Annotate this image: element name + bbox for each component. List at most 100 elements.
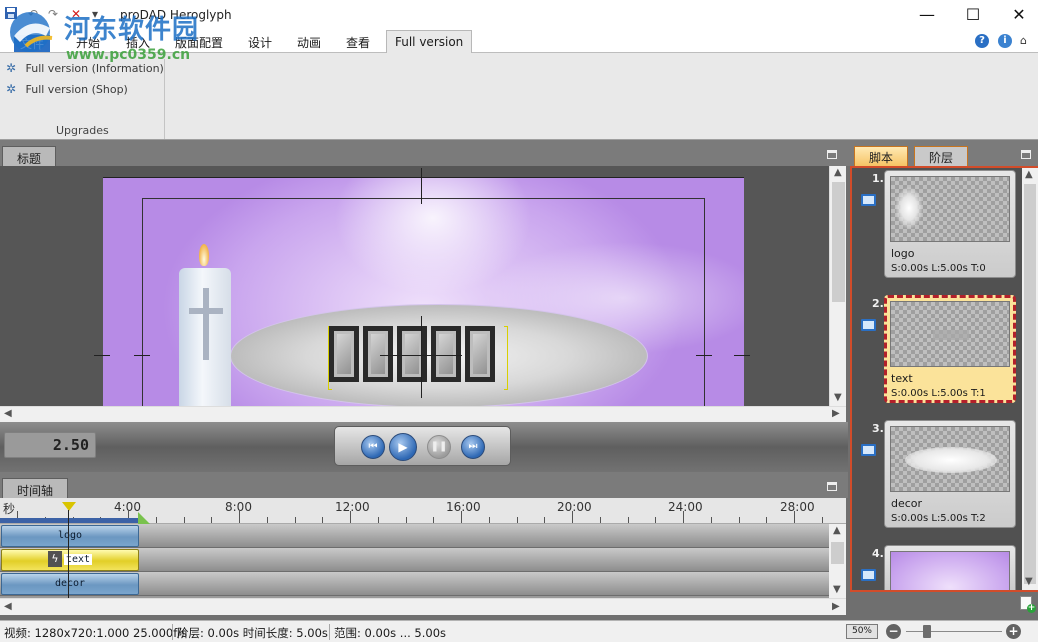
center-guide-horizontal	[380, 355, 462, 356]
collapse-ribbon-icon[interactable]: ⌂	[1020, 34, 1027, 47]
scroll-down-icon[interactable]: ▼	[834, 392, 842, 403]
status-video: 视频: 1280x720:1.000 25.000f/s	[4, 626, 188, 640]
zoom-slider-track[interactable]	[906, 631, 1002, 632]
scroll-right-icon[interactable]: ▶	[832, 408, 840, 419]
info-icon[interactable]: i	[998, 34, 1012, 48]
tick-label: 24:00	[668, 500, 703, 514]
card-name: decor	[891, 497, 923, 510]
monitor-icon[interactable]	[861, 444, 876, 456]
end-marker[interactable]	[138, 512, 150, 524]
scroll-up-icon[interactable]: ▲	[834, 167, 842, 178]
stage-area[interactable]	[0, 166, 829, 418]
tick-label: 16:00	[446, 500, 481, 514]
script-card-decor[interactable]: decor S:0.00s L:5.00s T:2	[884, 420, 1016, 528]
scroll-down-icon[interactable]: ▼	[1025, 576, 1033, 587]
scroll-left-icon[interactable]: ◀	[4, 408, 12, 419]
skip-to-start-icon[interactable]: ⏮	[361, 435, 385, 459]
timeline-vertical-scrollbar[interactable]: ▲ ▼	[829, 524, 846, 598]
script-panel-maximize-icon[interactable]	[1021, 150, 1031, 159]
monitor-icon[interactable]	[861, 194, 876, 206]
zoom-slider-thumb[interactable]	[923, 625, 931, 638]
skip-to-end-icon[interactable]: ⏭	[461, 435, 485, 459]
ribbon-separator	[164, 59, 165, 139]
track-row[interactable]: logo	[0, 524, 829, 548]
tab-layers[interactable]: 阶层	[914, 146, 969, 166]
maximize-button[interactable]: ☐	[950, 2, 996, 28]
full-version-info-button[interactable]: ✲ Full version (Information)	[6, 61, 164, 75]
full-version-shop-label: Full version (Shop)	[25, 83, 128, 96]
clip-decor[interactable]: decor	[1, 573, 139, 595]
card-number: 1.	[872, 172, 884, 185]
ruler-tick	[267, 517, 268, 523]
stage-horizontal-scrollbar[interactable]: ◀ ▶	[0, 406, 846, 422]
tab-full-version[interactable]: Full version	[386, 30, 473, 54]
right-safe-mark	[696, 355, 712, 356]
scroll-up-icon[interactable]: ▲	[833, 525, 841, 536]
time-display[interactable]: 2.50	[4, 432, 96, 458]
zoom-in-icon[interactable]: +	[1006, 624, 1021, 639]
monitor-icon[interactable]	[861, 569, 876, 581]
minimize-button[interactable]: —	[904, 2, 950, 28]
tab-animation[interactable]: 动画	[297, 34, 321, 51]
play-icon[interactable]: ▶	[389, 433, 417, 461]
stage-scroll-thumb[interactable]	[832, 182, 845, 302]
help-icon[interactable]: ?	[975, 34, 989, 48]
ruler-tick	[794, 511, 795, 523]
tab-view[interactable]: 查看	[346, 34, 370, 51]
script-scroll-thumb[interactable]	[1024, 184, 1036, 584]
scroll-up-icon[interactable]: ▲	[1025, 169, 1033, 180]
scroll-down-icon[interactable]: ▼	[833, 584, 841, 595]
center-guide-top	[421, 168, 422, 204]
ruler-tick	[739, 517, 740, 523]
card-name: text	[891, 372, 913, 385]
monitor-icon[interactable]	[861, 319, 876, 331]
script-card-text[interactable]: text S:0.00s L:5.00s T:1	[884, 295, 1016, 403]
playhead-line	[68, 510, 69, 598]
ruler-tick	[211, 517, 212, 523]
effect-bolt-icon: ϟ	[47, 551, 62, 567]
card-meta: S:0.00s L:5.00s T:0	[891, 263, 986, 274]
tick-label: 20:00	[557, 500, 592, 514]
timeline-scroll-thumb[interactable]	[831, 542, 844, 564]
stage-vertical-scrollbar[interactable]: ▲ ▼	[829, 166, 846, 406]
timeline-horizontal-scrollbar[interactable]: ◀ ▶	[0, 598, 846, 615]
work-range-bar[interactable]	[0, 518, 140, 523]
track-row[interactable]: ϟ text	[0, 548, 829, 572]
tab-title[interactable]: 标题	[2, 146, 57, 167]
tab-timeline[interactable]: 时间轴	[2, 478, 69, 499]
ruler-tick	[184, 517, 185, 523]
title-safe-frame	[142, 198, 705, 418]
playhead-marker[interactable]	[62, 502, 76, 511]
frame-top-guide	[103, 177, 744, 178]
close-button[interactable]: ✕	[996, 2, 1038, 28]
card-name: logo	[891, 247, 915, 260]
timeline-tracks: logo ϟ text decor	[0, 524, 829, 598]
tab-script[interactable]: 脚本	[854, 146, 909, 166]
ruler-tick	[406, 517, 407, 523]
timeline-maximize-icon[interactable]	[827, 482, 837, 491]
add-plus-icon: +	[1027, 603, 1036, 613]
scroll-left-icon[interactable]: ◀	[4, 601, 12, 612]
script-card-logo[interactable]: logo S:0.00s L:5.00s T:0	[884, 170, 1016, 278]
card-number: 2.	[872, 297, 884, 310]
status-divider	[172, 624, 173, 640]
track-row[interactable]: decor	[0, 572, 829, 596]
tab-design[interactable]: 设计	[248, 34, 272, 51]
script-card-background[interactable]	[884, 545, 1016, 590]
zoom-level-box[interactable]: 50%	[846, 624, 878, 639]
ruler-tick	[378, 517, 379, 523]
pause-icon[interactable]: ❚❚	[427, 435, 451, 459]
tick-label: 12:00	[335, 500, 370, 514]
ruler-tick	[156, 517, 157, 523]
ruler-tick	[239, 511, 240, 523]
title-panel-maximize-icon[interactable]	[827, 150, 837, 159]
shop-gear-icon: ✲	[6, 82, 17, 96]
tick-label: 28:00	[780, 500, 815, 514]
full-version-shop-button[interactable]: ✲ Full version (Shop)	[6, 82, 128, 96]
zoom-out-icon[interactable]: −	[886, 624, 901, 639]
status-layer: 阶层: 0.00s 时间长度: 5.00s	[177, 626, 328, 640]
script-vertical-scrollbar[interactable]: ▲ ▼	[1022, 168, 1038, 590]
clip-logo[interactable]: logo	[1, 525, 139, 547]
scroll-right-icon[interactable]: ▶	[832, 601, 840, 612]
clip-text[interactable]: ϟ text	[1, 549, 139, 571]
